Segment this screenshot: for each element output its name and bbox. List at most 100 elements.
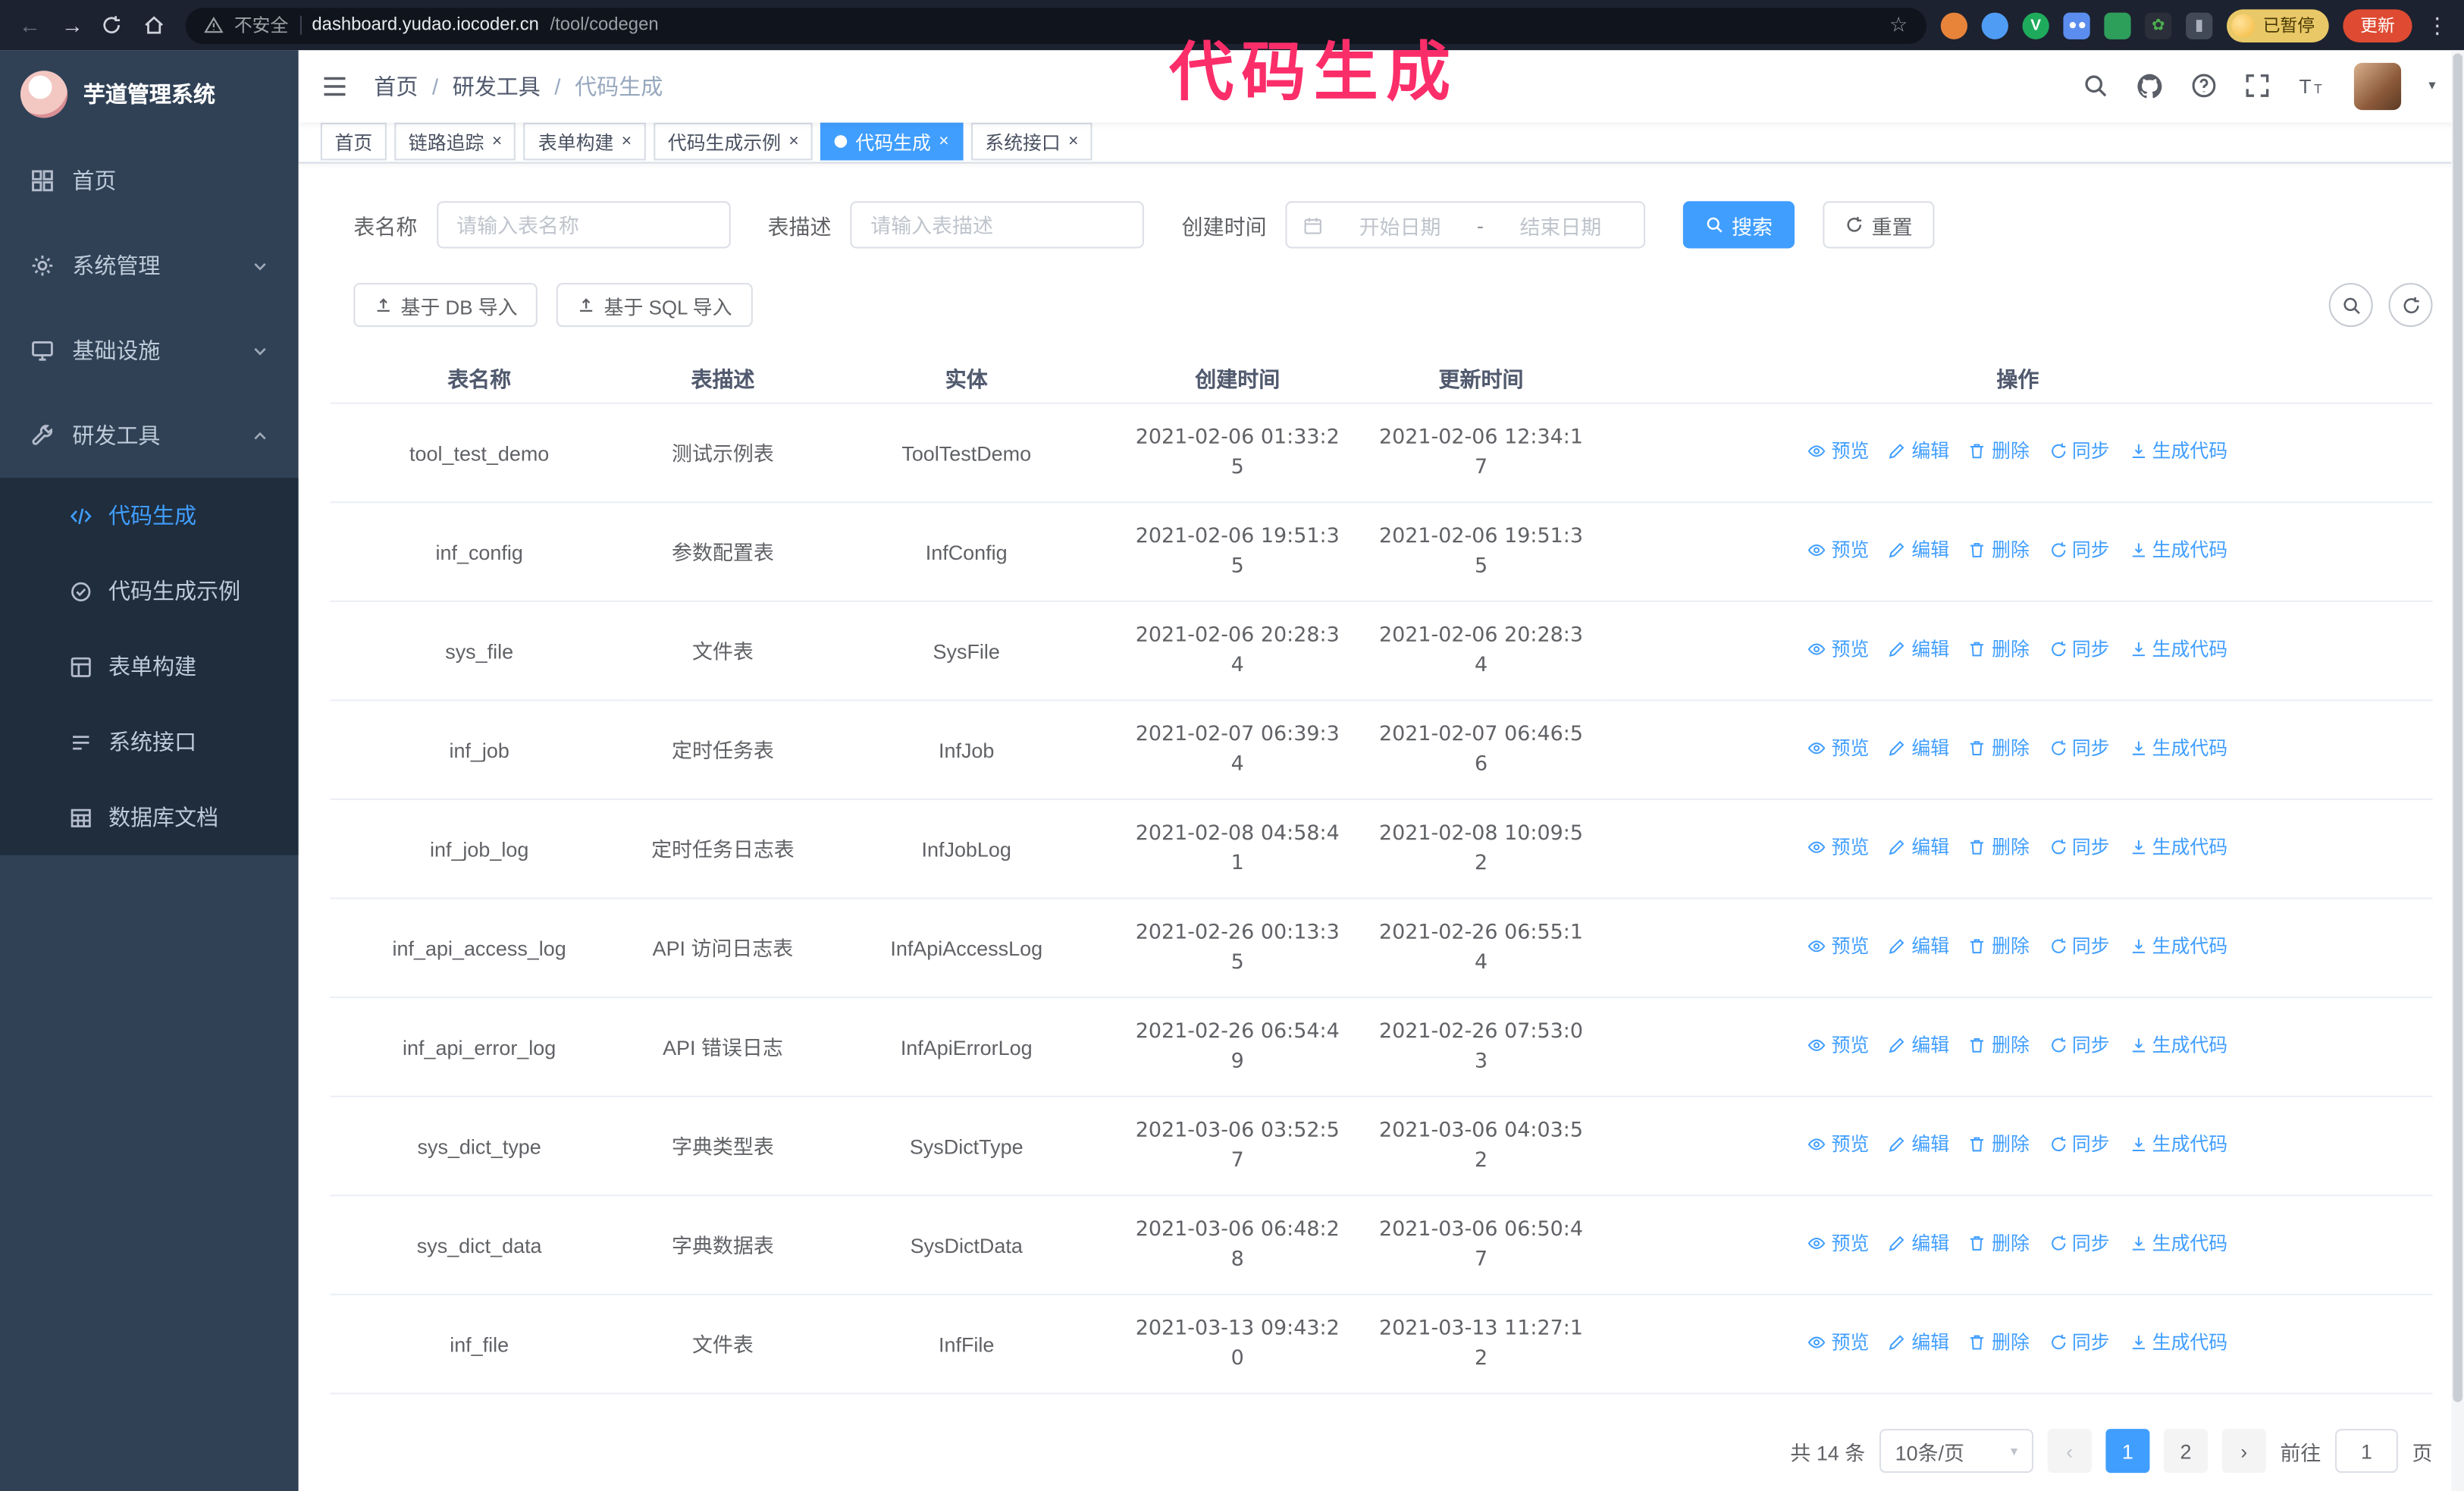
- breadcrumb-devtools[interactable]: 研发工具: [453, 71, 541, 102]
- preview-link[interactable]: 预览: [1808, 635, 1869, 664]
- page-size-select[interactable]: 10条/页 ▾: [1879, 1429, 2034, 1474]
- generate-code-link[interactable]: 生成代码: [2129, 932, 2227, 962]
- delete-link[interactable]: 删除: [1968, 733, 2030, 763]
- preview-link[interactable]: 预览: [1808, 833, 1869, 862]
- sidebar-item-codegen[interactable]: 代码生成: [0, 478, 299, 553]
- preview-link[interactable]: 预览: [1808, 1031, 1869, 1060]
- user-menu-caret-icon[interactable]: ▾: [2428, 77, 2435, 95]
- sync-link[interactable]: 同步: [2049, 635, 2110, 664]
- tab-form-builder[interactable]: 表单构建 ×: [524, 123, 646, 161]
- tab-close-icon[interactable]: ×: [939, 133, 948, 151]
- edit-link[interactable]: 编辑: [1888, 733, 1949, 763]
- tab-close-icon[interactable]: ×: [1068, 133, 1078, 151]
- profile-paused-chip[interactable]: 已暂停: [2227, 8, 2329, 42]
- sync-link[interactable]: 同步: [2049, 1328, 2110, 1358]
- extension-icon[interactable]: ✿: [2145, 11, 2172, 39]
- scrollbar-thumb[interactable]: [2453, 53, 2462, 1402]
- tab-home[interactable]: 首页: [320, 123, 387, 161]
- preview-link[interactable]: 预览: [1808, 1130, 1869, 1160]
- delete-link[interactable]: 删除: [1968, 833, 2030, 862]
- extension-icon[interactable]: [1981, 11, 2008, 39]
- sidebar-item-system[interactable]: 系统管理: [0, 223, 299, 308]
- preview-link[interactable]: 预览: [1808, 437, 1869, 466]
- sidebar-item-form-builder[interactable]: 表单构建: [0, 629, 299, 704]
- extension-icon[interactable]: [1940, 11, 1968, 39]
- sync-link[interactable]: 同步: [2049, 932, 2110, 962]
- forward-icon[interactable]: →: [58, 13, 86, 38]
- address-bar[interactable]: 不安全 dashboard.yudao.iocoder.cn/tool/code…: [185, 7, 1927, 43]
- scrollbar[interactable]: [2451, 50, 2464, 1491]
- sync-link[interactable]: 同步: [2049, 733, 2110, 763]
- extension-icon[interactable]: [2063, 11, 2090, 39]
- table-name-input[interactable]: [436, 201, 730, 249]
- edit-link[interactable]: 编辑: [1888, 1328, 1949, 1358]
- delete-link[interactable]: 删除: [1968, 635, 2030, 664]
- generate-code-link[interactable]: 生成代码: [2129, 437, 2227, 466]
- page-button-2[interactable]: 2: [2164, 1429, 2209, 1474]
- back-icon[interactable]: ←: [16, 13, 44, 38]
- bookmark-star-icon[interactable]: ☆: [1889, 13, 1908, 38]
- edit-link[interactable]: 编辑: [1888, 1229, 1949, 1258]
- delete-link[interactable]: 删除: [1968, 1130, 2030, 1160]
- search-button[interactable]: 搜索: [1682, 201, 1795, 249]
- sidebar-item-codegen-example[interactable]: 代码生成示例: [0, 554, 299, 629]
- browser-update-button[interactable]: 更新: [2343, 8, 2412, 42]
- font-size-icon[interactable]: TT: [2298, 73, 2328, 99]
- sidebar-item-devtools[interactable]: 研发工具: [0, 393, 299, 478]
- page-button-1[interactable]: 1: [2105, 1429, 2150, 1474]
- sidebar-item-infra[interactable]: 基础设施: [0, 308, 299, 393]
- home-icon[interactable]: [143, 14, 171, 36]
- sync-link[interactable]: 同步: [2049, 833, 2110, 862]
- header-search-icon[interactable]: [2083, 73, 2109, 99]
- breadcrumb-home[interactable]: 首页: [374, 71, 418, 102]
- reset-button[interactable]: 重置: [1823, 201, 1935, 249]
- tab-codegen[interactable]: 代码生成 ×: [820, 123, 964, 161]
- tab-close-icon[interactable]: ×: [492, 133, 502, 151]
- delete-link[interactable]: 删除: [1968, 1031, 2030, 1060]
- edit-link[interactable]: 编辑: [1888, 1130, 1949, 1160]
- delete-link[interactable]: 删除: [1968, 1229, 2030, 1258]
- reload-icon[interactable]: [101, 14, 129, 36]
- generate-code-link[interactable]: 生成代码: [2129, 1229, 2227, 1258]
- import-db-button[interactable]: 基于 DB 导入: [353, 283, 538, 328]
- preview-link[interactable]: 预览: [1808, 535, 1869, 565]
- edit-link[interactable]: 编辑: [1888, 833, 1949, 862]
- extensions-puzzle-icon[interactable]: ▮: [2186, 11, 2213, 39]
- generate-code-link[interactable]: 生成代码: [2129, 1328, 2227, 1358]
- refresh-table-button[interactable]: [2388, 283, 2433, 328]
- preview-link[interactable]: 预览: [1808, 932, 1869, 962]
- sidebar-item-home[interactable]: 首页: [0, 138, 299, 223]
- tab-codegen-example[interactable]: 代码生成示例 ×: [654, 123, 813, 161]
- goto-page-input[interactable]: [2334, 1429, 2398, 1474]
- edit-link[interactable]: 编辑: [1888, 535, 1949, 565]
- sync-link[interactable]: 同步: [2049, 535, 2110, 565]
- tab-close-icon[interactable]: ×: [788, 133, 798, 151]
- help-icon[interactable]: [2191, 73, 2218, 99]
- import-sql-button[interactable]: 基于 SQL 导入: [556, 283, 753, 328]
- generate-code-link[interactable]: 生成代码: [2129, 1130, 2227, 1160]
- edit-link[interactable]: 编辑: [1888, 932, 1949, 962]
- fullscreen-icon[interactable]: [2245, 73, 2271, 99]
- preview-link[interactable]: 预览: [1808, 733, 1869, 763]
- extension-icon[interactable]: V: [2022, 11, 2049, 39]
- delete-link[interactable]: 删除: [1968, 1328, 2030, 1358]
- generate-code-link[interactable]: 生成代码: [2129, 635, 2227, 664]
- tab-close-icon[interactable]: ×: [622, 133, 632, 151]
- extension-icon[interactable]: [2104, 11, 2131, 39]
- user-avatar[interactable]: [2354, 62, 2403, 110]
- generate-code-link[interactable]: 生成代码: [2129, 833, 2227, 862]
- next-page-button[interactable]: ›: [2221, 1429, 2266, 1474]
- preview-link[interactable]: 预览: [1808, 1328, 1869, 1358]
- generate-code-link[interactable]: 生成代码: [2129, 535, 2227, 565]
- delete-link[interactable]: 删除: [1968, 535, 2030, 565]
- sync-link[interactable]: 同步: [2049, 437, 2110, 466]
- sync-link[interactable]: 同步: [2049, 1229, 2110, 1258]
- preview-link[interactable]: 预览: [1808, 1229, 1869, 1258]
- edit-link[interactable]: 编辑: [1888, 635, 1949, 664]
- delete-link[interactable]: 删除: [1968, 932, 2030, 962]
- delete-link[interactable]: 删除: [1968, 437, 2030, 466]
- edit-link[interactable]: 编辑: [1888, 437, 1949, 466]
- date-range-picker[interactable]: 开始日期 - 结束日期: [1285, 201, 1646, 249]
- table-desc-input[interactable]: [850, 201, 1144, 249]
- tab-tracing[interactable]: 链路追踪 ×: [394, 123, 516, 161]
